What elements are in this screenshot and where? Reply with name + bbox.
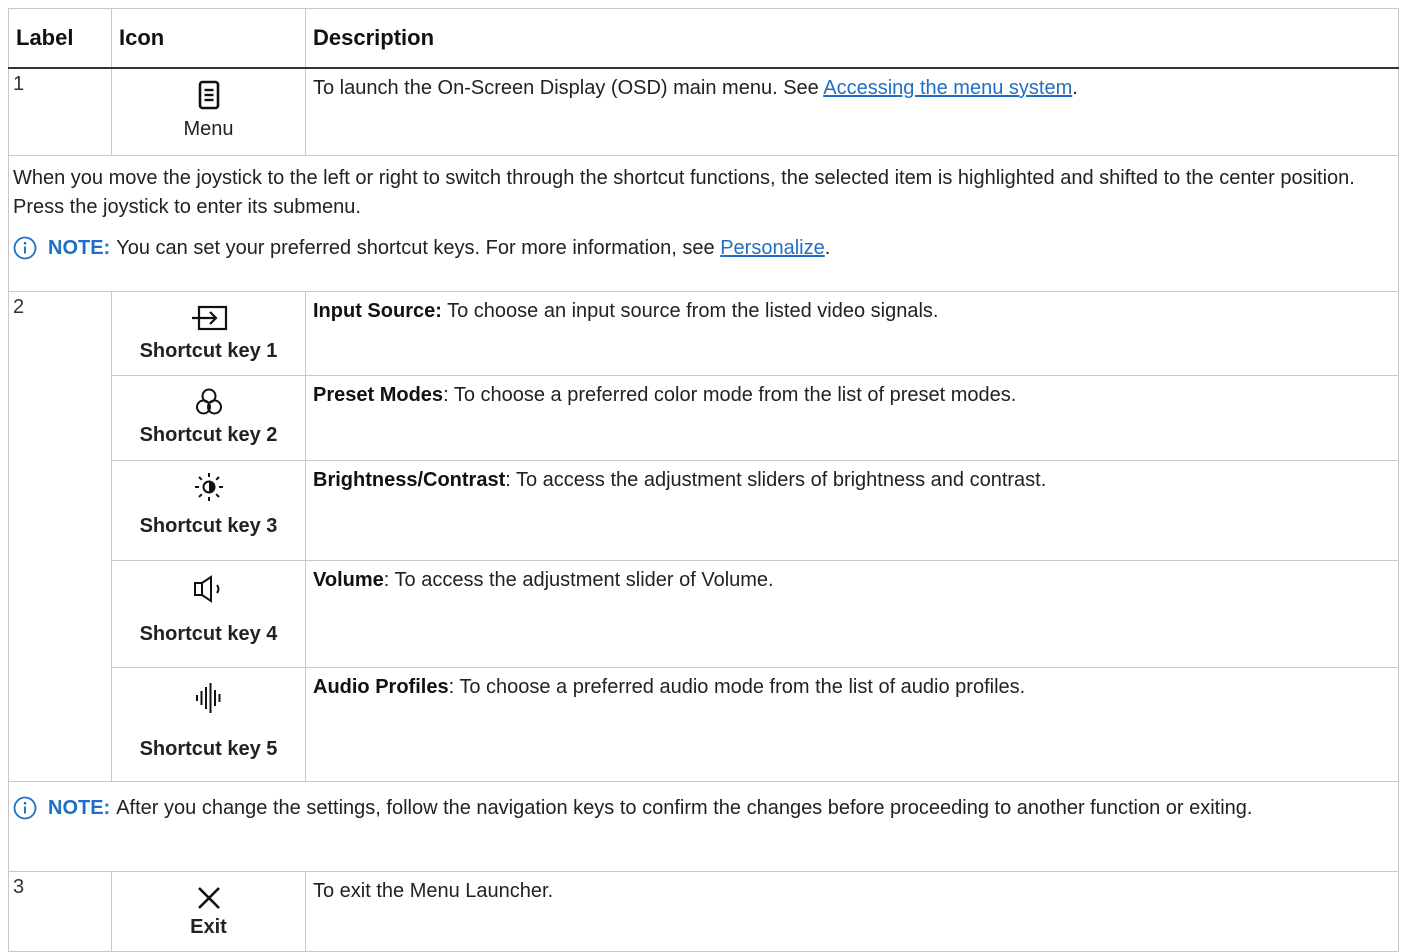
info-icon <box>13 236 37 260</box>
brightness-contrast-icon <box>193 471 225 503</box>
note-text: After you change the settings, follow th… <box>116 796 1253 819</box>
exit-caption: Exit <box>190 915 227 938</box>
note-navigation: NOTE: After you change the settings, foll… <box>13 794 1388 823</box>
shortcut-key-2-caption: Shortcut key 2 <box>139 423 278 446</box>
navigation-note-cell: NOTE: After you change the settings, foll… <box>8 780 1399 872</box>
description-text: To launch the On-Screen Display (OSD) ma… <box>313 77 824 99</box>
row-label: 1 <box>8 67 112 156</box>
icon-cell-shortcut-4: Shortcut key 4 <box>111 559 306 668</box>
note-personalize: NOTE: You can set your preferred shortcut… <box>13 234 1388 263</box>
row-label: 3 <box>8 870 112 952</box>
input-source-title: Input Source: <box>313 299 442 322</box>
exit-icon <box>196 882 222 914</box>
table-row-shortcut-1: 2 Shortcut key 1 Input Source: To choose… <box>8 290 1399 782</box>
table-row-intro: When you move the joystick to the left o… <box>8 154 1399 292</box>
audio-profiles-title: Audio Profiles <box>313 675 449 698</box>
note-label: NOTE: <box>48 236 111 259</box>
shortcut-intro-cell: When you move the joystick to the left o… <box>8 154 1399 292</box>
menu-caption: Menu <box>183 118 234 140</box>
volume-icon <box>192 573 226 605</box>
table-row-shortcut-2: Shortcut key 2 Preset Modes: To choose a… <box>9 374 1399 461</box>
volume-title: Volume <box>313 568 384 591</box>
shortcut-key-5-caption: Shortcut key 5 <box>139 737 278 760</box>
preset-modes-icon <box>195 386 223 418</box>
table-row-shortcut-5: Shortcut key 5 Audio Profiles: To choose… <box>9 666 1399 782</box>
header-label: Label <box>8 8 112 69</box>
table-row-shortcut-3: Shortcut key 3 Brightness/Contrast: To a… <box>9 459 1399 561</box>
header-icon: Icon <box>111 8 306 69</box>
icon-cell-menu: Menu <box>111 67 306 156</box>
row-label: 2 <box>8 290 112 782</box>
shortcut-key-1-caption: Shortcut key 1 <box>139 339 278 362</box>
info-icon <box>13 796 37 820</box>
note-punctuation: . <box>824 236 831 259</box>
table-row-menu: 1 Menu To launch the On-Screen Display (… <box>8 67 1399 156</box>
note-label: NOTE: <box>48 796 111 819</box>
icon-cell-shortcut-2: Shortcut key 2 <box>111 374 306 461</box>
table-row-exit: 3 Exit To exit the Menu Launcher. <box>8 870 1399 952</box>
row-description-menu: To launch the On-Screen Display (OSD) ma… <box>305 67 1399 156</box>
shortcut-key-4-caption: Shortcut key 4 <box>139 622 278 645</box>
row-description-preset-modes: Preset Modes: To choose a preferred colo… <box>305 374 1399 461</box>
shortcut-key-3-caption: Shortcut key 3 <box>139 514 278 537</box>
description-punctuation: . <box>1072 77 1078 99</box>
icon-cell-shortcut-3: Shortcut key 3 <box>111 459 306 561</box>
row-description-brightness-contrast: Brightness/Contrast: To access the adjus… <box>305 459 1399 561</box>
table-row-note-2: NOTE: After you change the settings, foll… <box>8 780 1399 872</box>
accessing-menu-system-link[interactable]: Accessing the menu system <box>823 77 1072 99</box>
row-description-volume: Volume: To access the adjustment slider … <box>305 559 1399 668</box>
osd-controls-table: Label Icon Description 1 Menu To launch … <box>8 8 1399 952</box>
input-source-icon <box>189 302 229 334</box>
note-text: You can set your preferred shortcut keys… <box>116 236 721 259</box>
icon-cell-exit: Exit <box>111 870 306 952</box>
row-description-audio-profiles: Audio Profiles: To choose a preferred au… <box>305 666 1399 782</box>
preset-modes-text: : To choose a preferred color mode from … <box>443 383 1017 406</box>
table-row-shortcut-4: Shortcut key 4 Volume: To access the adj… <box>9 559 1399 668</box>
personalize-link[interactable]: Personalize <box>720 237 825 259</box>
brightness-contrast-text: : To access the adjustment sliders of br… <box>505 468 1047 491</box>
input-source-text: To choose an input source from the liste… <box>441 299 939 322</box>
audio-profiles-text: : To choose a preferred audio mode from … <box>448 675 1026 698</box>
icon-cell-shortcut-1: Shortcut key 1 <box>111 290 306 376</box>
menu-icon <box>198 79 220 111</box>
volume-text: : To access the adjustment slider of Vol… <box>383 568 774 591</box>
row-description-exit: To exit the Menu Launcher. <box>305 870 1399 952</box>
table-header-row: Label Icon Description <box>8 8 1399 69</box>
header-description: Description <box>305 8 1399 69</box>
audio-profiles-icon <box>194 682 224 714</box>
icon-cell-shortcut-5: Shortcut key 5 <box>111 666 306 782</box>
brightness-contrast-title: Brightness/Contrast <box>313 468 506 491</box>
preset-modes-title: Preset Modes <box>313 383 444 406</box>
row-description-input-source: Input Source: To choose an input source … <box>305 290 1399 376</box>
shortcut-intro-text: When you move the joystick to the left o… <box>13 166 1355 218</box>
